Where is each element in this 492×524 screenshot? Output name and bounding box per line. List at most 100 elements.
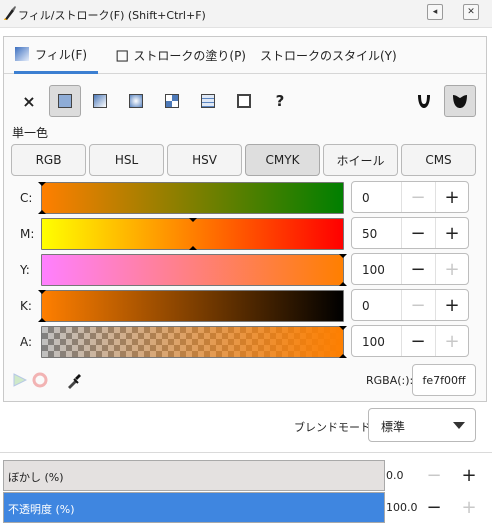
channel-label: Y: — [20, 263, 30, 277]
blur-value[interactable]: 0.0 — [386, 469, 404, 482]
opacity-value[interactable]: 100.0 — [386, 501, 418, 514]
tab-fill-label: フィル(F) — [35, 47, 88, 62]
cyan-spinbox[interactable]: 0 − + — [351, 181, 469, 213]
close-panel-button[interactable]: ✕ — [463, 4, 479, 20]
color-tools-row: RGBA(:): fe7f00ff — [4, 361, 486, 397]
swatch-button[interactable] — [228, 85, 260, 117]
color-mode-selector: RGB HSL HSV CMYK ホイール CMS — [11, 144, 481, 178]
unset-paint-button[interactable]: ? — [264, 85, 296, 117]
spin-value[interactable]: 0 — [362, 191, 370, 205]
paint-type-row: × ? — [4, 85, 486, 119]
increment-button[interactable]: + — [435, 290, 468, 320]
no-paint-icon: × — [22, 91, 36, 111]
tab-stroke-style[interactable]: ストロークのスタイル(Y) — [255, 37, 397, 74]
blur-slider[interactable]: ぼかし (%) — [3, 460, 385, 491]
mode-wheel-button[interactable]: ホイール — [323, 144, 398, 176]
blur-label: ぼかし (%) — [8, 471, 64, 484]
fill-rule-nonzero-button[interactable] — [444, 85, 476, 117]
linear-gradient-icon — [93, 94, 107, 108]
opacity-decrement-button[interactable]: − — [419, 492, 449, 523]
linear-gradient-button[interactable] — [84, 85, 116, 117]
fill-rule-evenodd-icon — [418, 95, 430, 108]
magenta-spinbox[interactable]: 50 − + — [351, 217, 469, 249]
alpha-spinbox[interactable]: 100 − + — [351, 325, 469, 357]
flat-color-button[interactable] — [49, 85, 81, 117]
radial-gradient-button[interactable] — [120, 85, 152, 117]
fill-stroke-brush-icon — [4, 6, 16, 20]
rgba-label: RGBA(:): — [366, 374, 414, 387]
slider-marker-bottom — [188, 246, 197, 250]
spin-value[interactable]: 50 — [362, 227, 377, 241]
mode-cms-button[interactable]: CMS — [401, 144, 476, 176]
slider-marker-top — [339, 326, 347, 330]
fill-rule-evenodd-button[interactable] — [408, 85, 440, 117]
fill-rule-nonzero-icon — [453, 95, 467, 108]
title-bar: フィル/ストローク(F) (Shift+Ctrl+F) ◂ ✕ — [0, 0, 492, 28]
slider-marker-bottom — [339, 354, 347, 358]
channel-label: K: — [20, 299, 32, 313]
fill-stroke-panel: フィル(F) ストロークの塗り(P) ストロークのスタイル(Y) × ? 単一色… — [3, 36, 487, 402]
opacity-row: 不透明度 (%) 100.0 − + — [0, 492, 492, 523]
window-title: フィル/ストローク(F) (Shift+Ctrl+F) — [18, 9, 206, 22]
decrement-button[interactable]: − — [401, 254, 434, 284]
pattern-button[interactable] — [156, 85, 188, 117]
rgba-input[interactable]: fe7f00ff — [412, 364, 476, 396]
no-paint-button[interactable]: × — [13, 85, 45, 117]
tab-stroke-paint[interactable]: ストロークの塗り(P) — [116, 37, 246, 74]
channel-row-alpha: A: 100 − + — [4, 325, 486, 359]
mode-hsv-button[interactable]: HSV — [167, 144, 242, 176]
eyedropper-icon[interactable] — [66, 371, 82, 389]
yellow-spinbox[interactable]: 100 − + — [351, 253, 469, 285]
black-spinbox[interactable]: 0 − + — [351, 289, 469, 321]
blend-mode-dropdown[interactable]: 標準 — [368, 408, 476, 442]
increment-button[interactable]: + — [435, 218, 468, 248]
tab-stroke-paint-label: ストロークの塗り(P) — [133, 49, 246, 63]
spin-value[interactable]: 0 — [362, 299, 370, 313]
channel-label: C: — [20, 191, 33, 205]
cyan-slider[interactable] — [38, 182, 344, 214]
tab-fill[interactable]: フィル(F) — [14, 37, 98, 74]
opacity-increment-button[interactable]: + — [454, 492, 484, 523]
out-of-gamut-icon — [32, 372, 48, 388]
yellow-slider[interactable] — [41, 254, 347, 286]
opacity-slider[interactable]: 不透明度 (%) — [3, 492, 385, 523]
decrement-button[interactable]: − — [401, 326, 434, 356]
increment-button[interactable]: + — [435, 326, 468, 356]
spin-value[interactable]: 100 — [362, 263, 385, 277]
channel-label: M: — [20, 227, 35, 241]
channel-row-black: K: 0 − + — [4, 289, 486, 323]
flat-color-label: 単一色 — [12, 126, 49, 140]
blend-mode-value: 標準 — [381, 420, 406, 434]
increment-button[interactable]: + — [435, 182, 468, 212]
separator — [0, 452, 492, 453]
swatch-grid-button[interactable] — [192, 85, 224, 117]
tab-bar: フィル(F) ストロークの塗り(P) ストロークのスタイル(Y) — [4, 37, 486, 74]
flat-color-icon — [58, 94, 72, 108]
mode-cmyk-button[interactable]: CMYK — [245, 144, 320, 176]
blur-row: ぼかし (%) 0.0 − + — [0, 460, 492, 491]
slider-marker-top — [38, 182, 46, 186]
detach-panel-button[interactable]: ◂ — [427, 4, 443, 20]
fill-swatch-icon — [15, 47, 29, 61]
decrement-button[interactable]: − — [401, 290, 434, 320]
decrement-button[interactable]: − — [401, 182, 434, 212]
increment-button[interactable]: + — [435, 254, 468, 284]
blur-decrement-button[interactable]: − — [419, 460, 449, 491]
slider-marker-bottom — [339, 282, 347, 286]
decrement-button[interactable]: − — [401, 218, 434, 248]
black-slider[interactable] — [38, 290, 344, 322]
slider-marker-bottom — [38, 210, 46, 214]
pattern-icon — [165, 94, 179, 108]
spin-value[interactable]: 100 — [362, 335, 385, 349]
magenta-slider[interactable] — [41, 218, 344, 250]
unset-paint-icon: ? — [275, 92, 285, 110]
mode-hsl-button[interactable]: HSL — [89, 144, 164, 176]
alpha-slider[interactable] — [41, 326, 347, 358]
stroke-paint-icon — [116, 49, 128, 62]
channel-row-magenta: M: 50 − + — [4, 217, 486, 251]
chevron-down-icon — [453, 422, 465, 429]
channel-row-yellow: Y: 100 − + — [4, 253, 486, 287]
blur-increment-button[interactable]: + — [454, 460, 484, 491]
mode-rgb-button[interactable]: RGB — [11, 144, 86, 176]
channel-label: A: — [20, 335, 33, 349]
